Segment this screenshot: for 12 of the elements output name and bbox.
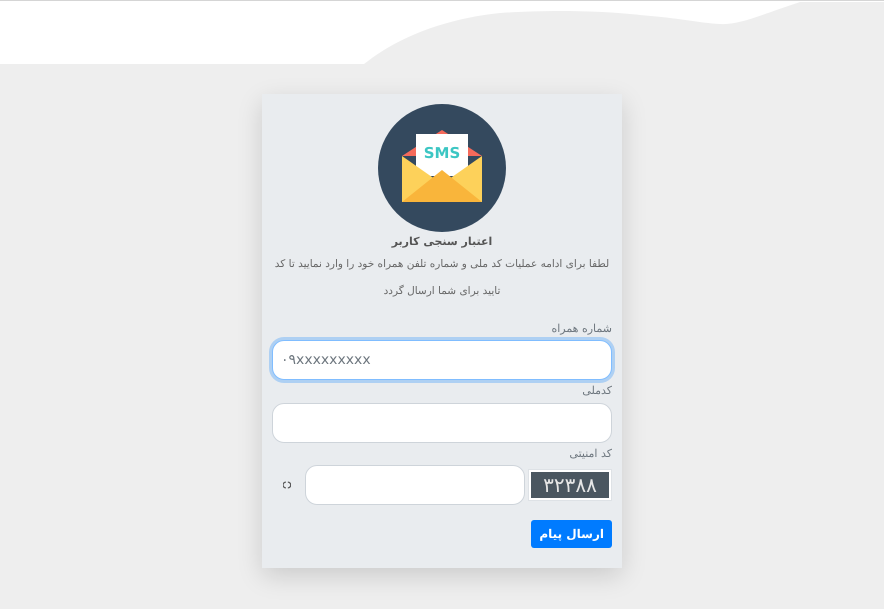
card-title: اعتبار سنجی کاربر bbox=[392, 234, 492, 250]
field-label: شماره همراه bbox=[551, 320, 612, 337]
text-field[interactable] bbox=[272, 402, 612, 442]
send-button[interactable]: ارسال پیام bbox=[531, 520, 612, 548]
field-label: کدملی bbox=[582, 383, 612, 399]
captcha-field[interactable] bbox=[304, 465, 525, 505]
envelope-icon: SMS bbox=[378, 104, 506, 232]
captcha-image: ۳۲۳۸۸ bbox=[531, 472, 609, 498]
card-description: لطفا برای ادامه عملیات کد ملی و شماره تلفن همراه خود را وارد نمایید تا کد تایید برای شما ارسال گردد bbox=[274, 256, 610, 299]
field-label: کد امنیتی bbox=[569, 446, 612, 462]
text-field[interactable]: ۰۹xxxxxxxxx bbox=[272, 340, 612, 380]
refresh-icon[interactable] bbox=[283, 481, 291, 489]
